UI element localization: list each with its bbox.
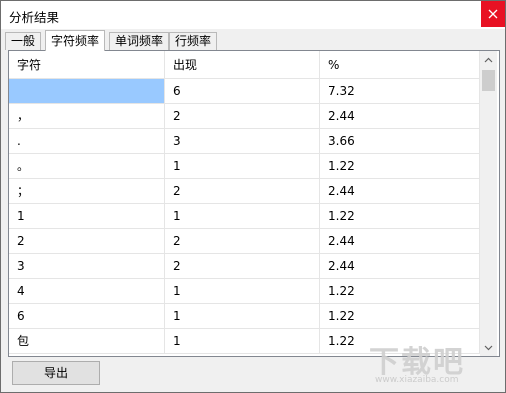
cell-char: 3 (9, 254, 165, 279)
column-header-count[interactable]: 出现 (165, 51, 320, 79)
tab-word-frequency[interactable]: 单词频率 (109, 32, 170, 50)
column-header-percent[interactable]: % (320, 51, 480, 79)
table-header: 字符 出现 % (9, 51, 480, 79)
cell-char: . (9, 129, 165, 154)
window-title: 分析结果 (9, 10, 60, 25)
cell-count: 6 (165, 79, 320, 104)
table-row[interactable]: 6 1 1.22 (9, 304, 480, 329)
table-row[interactable]: 包 1 1.22 (9, 329, 480, 354)
cell-count: 1 (165, 204, 320, 229)
watermark-url: www.xiazaiba.com (375, 375, 459, 385)
cell-count: 1 (165, 329, 320, 354)
table-row[interactable]: 4 1 1.22 (9, 279, 480, 304)
cell-percent: 1.22 (320, 329, 480, 354)
cell-percent: 1.22 (320, 304, 480, 329)
cell-char: 包 (9, 329, 165, 354)
cell-char: 2 (9, 229, 165, 254)
tab-general[interactable]: 一般 (5, 32, 42, 50)
cell-char: ， (9, 104, 165, 129)
tab-char-frequency[interactable]: 字符频率 (45, 30, 106, 51)
table-row[interactable]: ； 2 2.44 (9, 179, 480, 204)
table-row[interactable]: ， 2 2.44 (9, 104, 480, 129)
cell-char (9, 79, 165, 104)
title-bar[interactable]: 分析结果 (1, 1, 505, 29)
cell-percent: 7.32 (320, 79, 480, 104)
cell-count: 2 (165, 179, 320, 204)
cell-count: 2 (165, 254, 320, 279)
cell-percent: 1.22 (320, 154, 480, 179)
cell-char: 6 (9, 304, 165, 329)
cell-count: 1 (165, 304, 320, 329)
close-button[interactable] (481, 1, 505, 27)
table-row[interactable]: 1 1 1.22 (9, 204, 480, 229)
close-icon (488, 9, 498, 19)
column-header-char[interactable]: 字符 (9, 51, 165, 79)
cell-percent: 2.44 (320, 179, 480, 204)
cell-char: ； (9, 179, 165, 204)
table-row[interactable]: 3 2 2.44 (9, 254, 480, 279)
cell-percent: 1.22 (320, 204, 480, 229)
cell-percent: 2.44 (320, 254, 480, 279)
scroll-down-button[interactable] (480, 339, 497, 356)
cell-char: 。 (9, 154, 165, 179)
cell-percent: 1.22 (320, 279, 480, 304)
cell-count: 1 (165, 154, 320, 179)
cell-char: 1 (9, 204, 165, 229)
cell-count: 3 (165, 129, 320, 154)
chevron-down-icon (484, 345, 493, 350)
export-button[interactable]: 导出 (12, 361, 100, 385)
table-row[interactable]: 。 1 1.22 (9, 154, 480, 179)
scroll-thumb[interactable] (482, 70, 495, 91)
cell-count: 2 (165, 104, 320, 129)
table-row[interactable]: . 3 3.66 (9, 129, 480, 154)
cell-char: 4 (9, 279, 165, 304)
cell-percent: 2.44 (320, 104, 480, 129)
scroll-up-button[interactable] (480, 51, 497, 68)
tab-line-frequency[interactable]: 行频率 (169, 32, 218, 50)
cell-percent: 2.44 (320, 229, 480, 254)
table-row[interactable]: 2 2 2.44 (9, 229, 480, 254)
frequency-table: 字符 出现 % 6 7.32， 2 2.44. 3 3.66。 1 1.22； 2 2.44 1 1 1… (8, 50, 500, 357)
chevron-up-icon (484, 57, 493, 62)
cell-percent: 3.66 (320, 129, 480, 154)
tab-bar: 一般 字符频率 单词频率 行频率 (5, 30, 501, 51)
table-row[interactable]: 6 7.32 (9, 79, 480, 104)
cell-count: 1 (165, 279, 320, 304)
analysis-result-window: 分析结果 一般 字符频率 单词频率 行频率 字符 出现 % 6 7.32， 2 2.4… (0, 0, 506, 393)
vertical-scrollbar[interactable] (480, 51, 497, 356)
cell-count: 2 (165, 229, 320, 254)
